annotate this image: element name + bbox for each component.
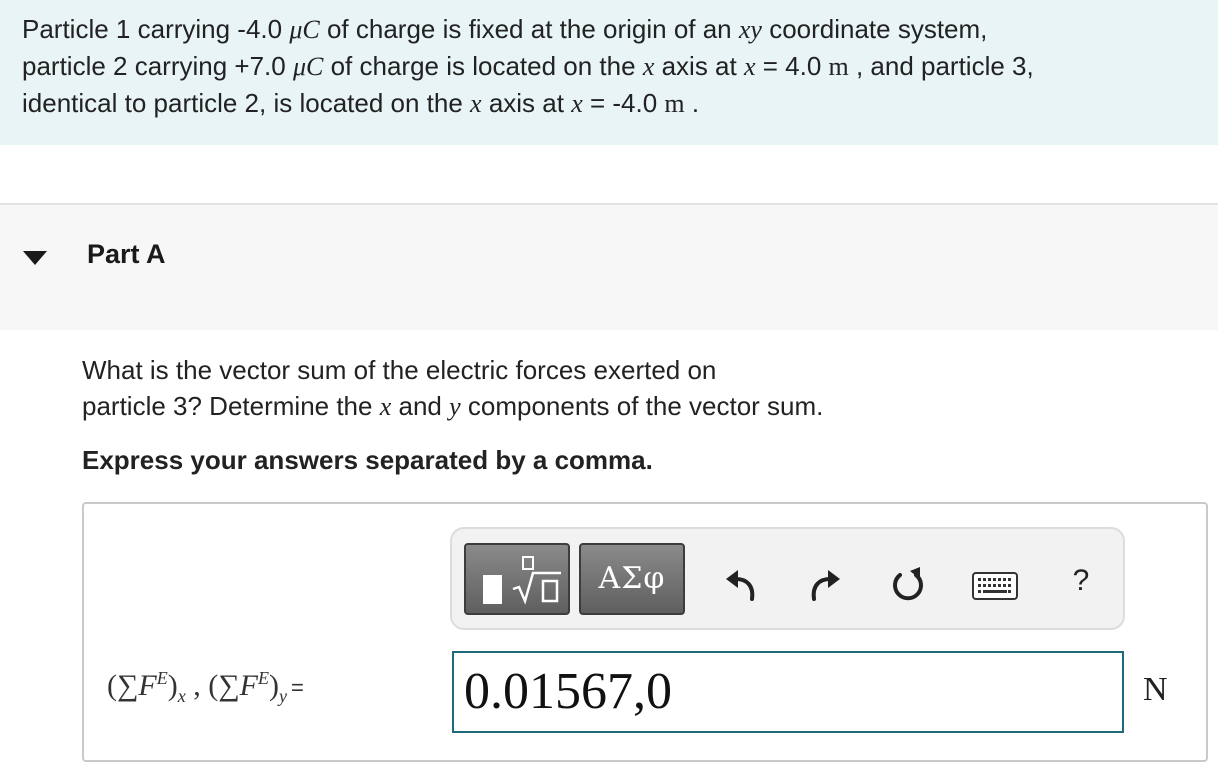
templates-button[interactable]: [464, 543, 570, 615]
symbols-button-label: ΑΣφ: [598, 561, 666, 596]
math-toolbar: ΑΣφ ?: [450, 527, 1125, 630]
problem-line-2: particle 2 carrying +7.0 μC of charge is…: [22, 51, 1034, 81]
question-text: What is the vector sum of the electric f…: [82, 352, 982, 425]
question-line-2: particle 3? Determine the x and y compon…: [82, 391, 824, 421]
part-title: Part A: [87, 239, 166, 269]
symbols-button[interactable]: ΑΣφ: [579, 543, 685, 615]
answer-input[interactable]: 0.01567,0: [452, 651, 1124, 733]
collapse-caret-icon[interactable]: [23, 251, 47, 265]
keyboard-icon[interactable]: [972, 571, 1018, 601]
unit-label: N: [1143, 671, 1168, 708]
problem-line-1: Particle 1 carrying -4.0 μC of charge is…: [22, 14, 988, 44]
square-root-template-icon: [512, 556, 561, 605]
help-icon[interactable]: ?: [1066, 561, 1096, 601]
problem-line-3: identical to particle 2, is located on t…: [22, 88, 700, 118]
answer-instruction: Express your answers separated by a comm…: [82, 445, 653, 475]
cursor-block-icon: [483, 575, 502, 604]
answer-label: (∑FE)x , (∑FE)y =: [107, 668, 304, 706]
reset-icon[interactable]: [888, 565, 928, 605]
undo-icon[interactable]: [722, 565, 762, 605]
question-line-1: What is the vector sum of the electric f…: [82, 355, 717, 385]
problem-statement: Particle 1 carrying -4.0 μC of charge is…: [0, 0, 1218, 145]
redo-icon[interactable]: [804, 565, 844, 605]
part-header[interactable]: Part A: [0, 203, 1218, 330]
